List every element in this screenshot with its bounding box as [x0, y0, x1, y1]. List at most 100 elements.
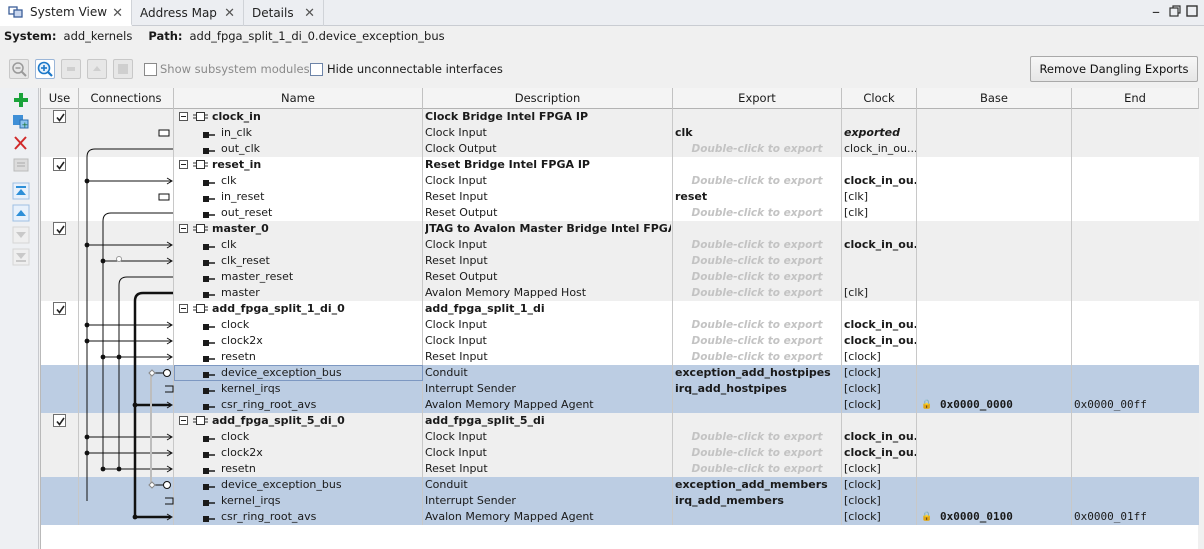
column-header-name[interactable]: Name: [174, 88, 423, 109]
conduit-diamond-icon[interactable]: [148, 369, 156, 377]
interface-name[interactable]: clk: [221, 173, 419, 189]
connection-dot[interactable]: [100, 466, 106, 472]
interface-name[interactable]: out_clk: [221, 141, 419, 157]
interface-row[interactable]: device_exception_bus Conduit exception_add…: [41, 365, 1199, 381]
move-top-icon[interactable]: [11, 182, 31, 200]
clock-output-link[interactable]: [86, 148, 173, 158]
clock-cell[interactable]: clock_in_ou...: [844, 173, 916, 189]
clock-cell[interactable]: [clock]: [844, 461, 916, 477]
interface-name[interactable]: clock: [221, 429, 419, 445]
use-checkbox[interactable]: [53, 158, 66, 171]
export-cell[interactable]: Double-click to export: [674, 269, 840, 285]
move-bottom-icon[interactable]: [11, 248, 31, 266]
show-subsystem-checkbox[interactable]: [144, 63, 157, 76]
clock-cell[interactable]: [clk]: [844, 205, 916, 221]
connection-dot[interactable]: [84, 322, 90, 328]
use-checkbox[interactable]: [53, 414, 66, 427]
remove-icon[interactable]: [11, 134, 31, 152]
export-cell[interactable]: Double-click to export: [674, 445, 840, 461]
export-cell[interactable]: Double-click to export: [674, 429, 840, 445]
zoom-in-icon[interactable]: [35, 59, 55, 79]
use-checkbox[interactable]: [53, 222, 66, 235]
connections-graph[interactable]: [79, 109, 175, 549]
interface-name[interactable]: clock2x: [221, 333, 419, 349]
interface-row[interactable]: out_reset Reset Output Double-click to exp…: [41, 205, 1199, 221]
clock-cell[interactable]: [clock]: [844, 349, 916, 365]
export-cell[interactable]: irq_add_members: [675, 493, 840, 509]
export-cell[interactable]: Double-click to export: [674, 317, 840, 333]
connection-dot[interactable]: [132, 402, 138, 408]
export-cell[interactable]: exception_add_members: [675, 477, 840, 493]
clock-cell[interactable]: clock_in_ou...: [844, 141, 916, 157]
interface-name[interactable]: out_reset: [221, 205, 419, 221]
clock-cell[interactable]: clock_in_ou...: [844, 333, 916, 349]
up-icon[interactable]: [87, 59, 107, 79]
column-header-export[interactable]: Export: [673, 88, 842, 109]
maximize-icon[interactable]: [1186, 5, 1198, 21]
export-cell[interactable]: clk: [675, 125, 840, 141]
minimize-icon[interactable]: –: [1152, 2, 1160, 21]
interface-row[interactable]: in_clk Clock Input clk exported: [41, 125, 1199, 141]
export-cell[interactable]: Double-click to export: [674, 141, 840, 157]
interface-name[interactable]: device_exception_bus: [221, 477, 419, 493]
master-reset-link[interactable]: [118, 276, 173, 286]
interface-row[interactable]: out_clk Clock Output Double-click to expor…: [41, 141, 1199, 157]
add-component-icon[interactable]: +: [11, 112, 31, 130]
interface-name[interactable]: clk_reset: [221, 253, 419, 269]
export-cell[interactable]: Double-click to export: [674, 237, 840, 253]
base-address[interactable]: 0x0000_0100: [940, 509, 1068, 525]
use-checkbox[interactable]: [53, 302, 66, 315]
tab-system-view[interactable]: System View ✕: [0, 0, 132, 26]
module-row[interactable]: reset_in Reset Bridge Intel FPGA IP: [41, 157, 1199, 173]
irq-stub-icon[interactable]: [165, 497, 174, 505]
conduit-diamond-icon[interactable]: [148, 481, 156, 489]
column-header-description[interactable]: Description: [423, 88, 673, 109]
connection-dot[interactable]: [100, 354, 106, 360]
export-cell[interactable]: Double-click to export: [674, 349, 840, 365]
interface-row[interactable]: kernel_irqs Interrupt Sender irq_add_membe…: [41, 493, 1199, 509]
interface-row[interactable]: clk Clock Input Double-click to export cloc…: [41, 173, 1199, 189]
close-icon[interactable]: ✕: [304, 6, 315, 21]
connection-dot[interactable]: [84, 178, 90, 184]
clock-cell[interactable]: [clock]: [844, 365, 916, 381]
interface-name[interactable]: kernel_irqs: [221, 493, 419, 509]
hide-unconnectable-checkbox[interactable]: [310, 63, 323, 76]
connection-dot[interactable]: [100, 258, 106, 264]
collapse-toggle-icon[interactable]: [179, 304, 189, 317]
column-header-clock[interactable]: Clock: [842, 88, 917, 109]
connection-dot[interactable]: [132, 514, 138, 520]
column-header-base[interactable]: Base: [917, 88, 1072, 109]
module-row[interactable]: master_0 JTAG to Avalon Master Bridge Int…: [41, 221, 1199, 237]
collapse-toggle-icon[interactable]: [179, 160, 189, 173]
interface-row[interactable]: csr_ring_root_avs Avalon Memory Mapped Ag…: [41, 509, 1199, 525]
clock-cell[interactable]: clock_in_ou...: [844, 317, 916, 333]
clock-cell[interactable]: clock_in_ou...: [844, 237, 916, 253]
module-row[interactable]: add_fpga_split_5_di_0 add_fpga_split_5_di: [41, 413, 1199, 429]
interface-row[interactable]: clk Clock Input Double-click to export cloc…: [41, 237, 1199, 253]
add-icon[interactable]: [11, 91, 31, 109]
close-icon[interactable]: ✕: [224, 6, 235, 21]
interface-row[interactable]: master_reset Reset Output Double-click to …: [41, 269, 1199, 285]
clock-cell[interactable]: [clock]: [844, 477, 916, 493]
irq-stub-icon[interactable]: [165, 385, 174, 393]
use-checkbox[interactable]: [53, 110, 66, 123]
export-cell[interactable]: irq_add_hostpipes: [675, 381, 840, 397]
collapse-toggle-icon[interactable]: [179, 224, 189, 237]
column-header-connections[interactable]: Connections: [79, 88, 174, 109]
clock-cell[interactable]: [clock]: [844, 381, 916, 397]
zoom-out-icon[interactable]: [9, 59, 29, 79]
export-cell[interactable]: Double-click to export: [674, 173, 840, 189]
remove-dangling-exports-button[interactable]: Remove Dangling Exports: [1030, 56, 1198, 82]
conduit-end-icon[interactable]: [163, 481, 171, 489]
interface-row[interactable]: resetn Reset Input Double-click to export[…: [41, 349, 1199, 365]
interface-row[interactable]: clock Clock Input Double-click to export cl…: [41, 317, 1199, 333]
connection-dot[interactable]: [84, 242, 90, 248]
base-address[interactable]: 0x0000_0000: [940, 397, 1068, 413]
module-row[interactable]: clock_in Clock Bridge Intel FPGA IP: [41, 109, 1199, 125]
connection-dot[interactable]: [84, 450, 90, 456]
interface-name[interactable]: in_clk: [221, 125, 419, 141]
interface-name[interactable]: in_reset: [221, 189, 419, 205]
interface-row[interactable]: kernel_irqs Interrupt Sender irq_add_hostp…: [41, 381, 1199, 397]
export-stub-icon[interactable]: [158, 193, 170, 201]
interface-name[interactable]: resetn: [221, 461, 419, 477]
